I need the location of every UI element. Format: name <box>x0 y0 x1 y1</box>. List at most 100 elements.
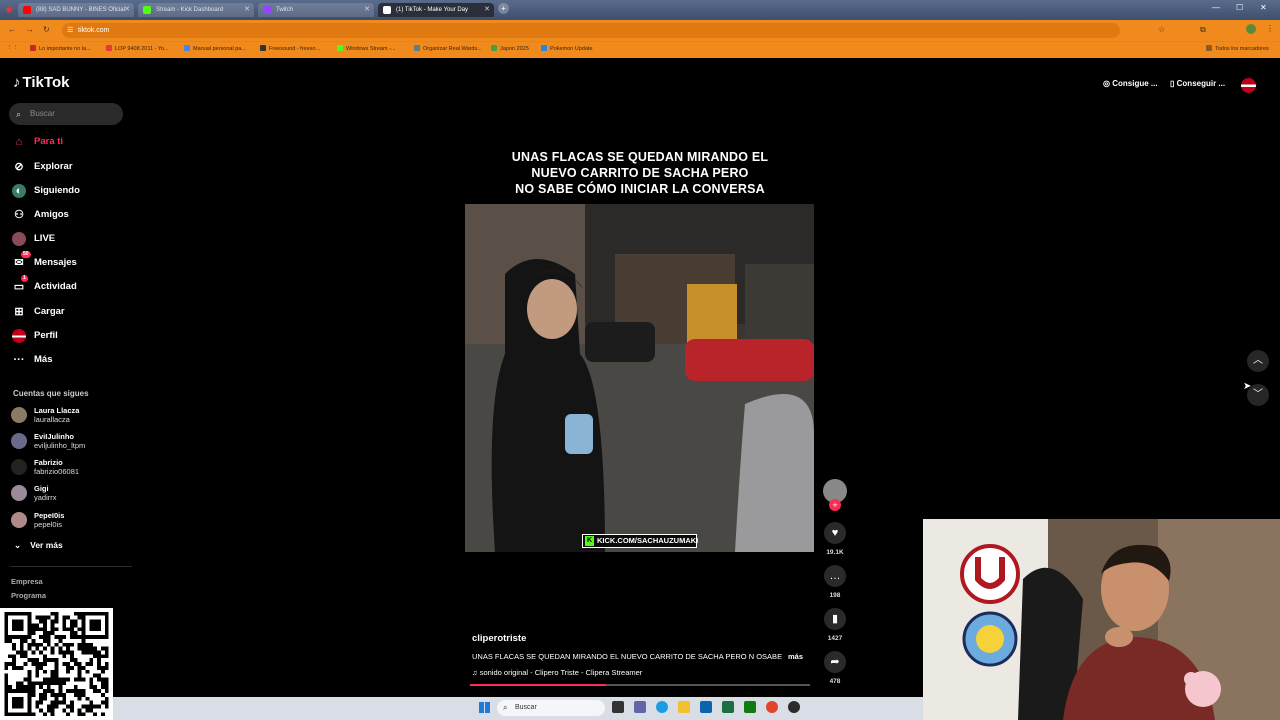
chevron-down-icon: ﹀ <box>1253 389 1263 400</box>
address-bar: ← → ↻ ☰ tiktok.com ☆ ⧉ ⋮ <box>0 20 1280 41</box>
bookmark-favicon-icon <box>337 45 343 51</box>
profile-icon <box>12 329 26 343</box>
youtube-icon <box>23 6 31 14</box>
task-view-icon[interactable] <box>612 701 624 713</box>
bookmark-favicon-icon <box>414 45 420 51</box>
video-frame-image <box>465 204 814 552</box>
like-button[interactable]: ♥ <box>824 522 846 544</box>
video-music[interactable]: ♫ sonido original - Clipero Triste - Cli… <box>472 668 642 677</box>
previous-video-button[interactable]: ︿ <box>1247 350 1269 372</box>
nav-mas[interactable]: ··· Más <box>12 351 53 369</box>
bookmark[interactable]: Japon 2025 <box>491 45 529 52</box>
nav-live[interactable]: LIVE <box>12 230 55 248</box>
chrome-icon[interactable] <box>766 701 778 713</box>
video-player[interactable] <box>465 204 814 552</box>
kebab-menu-icon[interactable]: ⋮ <box>1266 24 1274 33</box>
edge-icon[interactable] <box>656 701 668 713</box>
nav-perfil[interactable]: Perfil <box>12 327 58 345</box>
footer-link[interactable]: Programa <box>11 591 46 600</box>
video-caption-overlay: UNAS FLACAS SE QUEDAN MIRANDO EL NUEVO C… <box>511 150 769 196</box>
share-button[interactable]: ➦ <box>824 651 846 673</box>
nav-cargar[interactable]: ⊞ Cargar <box>12 303 64 321</box>
divider <box>10 566 132 567</box>
bookmark[interactable]: Organizar Real Wards... <box>414 45 482 52</box>
nav-amigos[interactable]: ⚇ Amigos <box>12 206 69 224</box>
video-author[interactable]: cliperotriste <box>472 633 526 644</box>
bookmark[interactable]: Pokemon Update <box>541 45 593 52</box>
music-note-icon: ♫ <box>472 668 478 677</box>
apps-icon[interactable]: ⋮⋮ <box>7 45 18 51</box>
folder-icon <box>1206 45 1212 51</box>
like-count: 19.1K <box>826 549 844 556</box>
taskbar-search-input[interactable]: ⌕ Buscar <box>497 700 605 716</box>
browser-tab[interactable]: Twitch ✕ <box>258 3 374 17</box>
close-window-icon[interactable]: ✕ <box>1260 3 1267 12</box>
extensions-icon[interactable]: ⧉ <box>1200 25 1206 35</box>
outlook-icon[interactable] <box>700 701 712 713</box>
bookmark[interactable]: LOP 9408 2011 - Yo... <box>106 45 169 52</box>
file-explorer-icon[interactable] <box>678 701 690 713</box>
activity-icon: ▭ <box>13 281 25 293</box>
all-bookmarks[interactable]: Todos los marcadores <box>1206 45 1269 52</box>
live-icon <box>12 232 26 246</box>
bookmark-favicon-icon <box>491 45 497 51</box>
avatar <box>11 433 27 449</box>
teams-icon[interactable] <box>634 701 646 713</box>
nav-para-ti[interactable]: ⌂ Para ti <box>12 133 63 151</box>
profile-icon[interactable] <box>1246 24 1256 34</box>
maximize-icon[interactable]: ☐ <box>1236 3 1243 12</box>
bookmark[interactable]: Freesound - freeso... <box>260 45 320 52</box>
xbox-icon[interactable] <box>744 701 756 713</box>
get-coins-button[interactable]: ◎ Consigue ... <box>1103 79 1158 88</box>
twitch-icon <box>263 6 271 14</box>
share-count: 478 <box>829 678 841 685</box>
back-icon[interactable]: ← <box>8 25 16 34</box>
video-progress-fill <box>470 684 606 686</box>
url-field[interactable]: ☰ tiktok.com <box>62 23 1120 38</box>
windows-start-icon[interactable] <box>479 702 490 713</box>
footer-link[interactable]: Empresa <box>11 577 43 586</box>
follow-plus-icon[interactable]: + <box>829 499 841 511</box>
search-input[interactable]: ⌕ Buscar <box>9 103 123 125</box>
bookmark[interactable]: Windows Stream -... <box>337 45 396 52</box>
obs-icon[interactable] <box>788 701 800 713</box>
site-info-icon[interactable]: ☰ <box>67 23 73 38</box>
close-tab-icon[interactable]: ✕ <box>484 3 490 17</box>
bookmark-favicon-icon <box>184 45 190 51</box>
video-progress-bar[interactable] <box>470 684 810 686</box>
tiktok-logo[interactable]: ♪ TikTok <box>13 74 69 91</box>
search-icon: ⌕ <box>503 703 508 712</box>
heart-icon: ♥ <box>831 527 839 539</box>
more-link[interactable]: más <box>788 652 803 661</box>
close-tab-icon[interactable]: ✕ <box>124 3 130 17</box>
browser-tab[interactable]: (88) SAD BUNNY - BINES Oficial ✕ <box>18 3 134 17</box>
browser-tab-active[interactable]: (1) TikTok - Make Your Day ✕ <box>378 3 494 17</box>
bookmark[interactable]: Lo importante no la... <box>30 45 91 52</box>
minimize-icon[interactable]: — <box>1212 3 1220 12</box>
more-icon: ··· <box>13 354 25 366</box>
close-tab-icon[interactable]: ✕ <box>364 3 370 17</box>
nav-mensajes[interactable]: ✉ 50 Mensajes <box>12 251 77 272</box>
profile-avatar[interactable] <box>1241 78 1256 93</box>
forward-icon[interactable]: → <box>26 25 34 34</box>
browser-tab-bar: ◉ (88) SAD BUNNY - BINES Oficial ✕ Strea… <box>0 0 1280 20</box>
nav-actividad[interactable]: ▭ 1 Actividad <box>12 275 77 296</box>
get-app-button[interactable]: ▯ Conseguir ... <box>1170 79 1225 88</box>
comment-button[interactable]: … <box>824 565 846 587</box>
bookmark-star-icon[interactable]: ☆ <box>1158 25 1165 34</box>
avatar <box>11 407 27 423</box>
see-more-button[interactable]: ⌄ Ver más <box>14 540 72 551</box>
new-tab-icon[interactable]: + <box>498 3 509 14</box>
close-tab-icon[interactable]: ✕ <box>244 3 250 17</box>
bookmark[interactable]: Manual personal pa... <box>184 45 246 52</box>
kick-icon <box>143 6 151 14</box>
comment-count: 198 <box>829 592 841 599</box>
save-button[interactable]: ▮ <box>824 608 846 630</box>
nav-explorar[interactable]: ⊘ Explorar <box>12 158 72 176</box>
excel-icon[interactable] <box>722 701 734 713</box>
browser-menu-icon[interactable]: ◉ <box>5 4 13 15</box>
browser-tab[interactable]: Stream - Kick Dashboard ✕ <box>138 3 254 17</box>
reload-icon[interactable]: ↻ <box>43 25 50 34</box>
home-icon: ⌂ <box>15 136 23 148</box>
nav-siguiendo[interactable]: ◐ Siguiendo <box>12 182 80 200</box>
